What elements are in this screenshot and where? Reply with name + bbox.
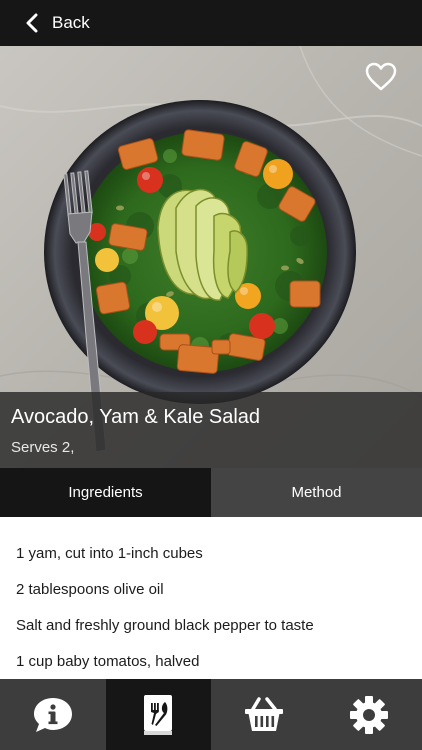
shopping-basket-icon (244, 696, 283, 731)
ingredients-list: 1 yam, cut into 1-inch cubes 2 tablespoo… (0, 517, 422, 679)
recipe-title: Avocado, Yam & Kale Salad (11, 406, 261, 428)
recipe-tabs: Ingredients Method (0, 468, 422, 517)
back-button[interactable]: Back (26, 10, 90, 36)
bottom-nav (0, 679, 422, 750)
list-item: 1 cup baby tomatos, halved (16, 653, 200, 670)
list-item: 1 yam, cut into 1-inch cubes (16, 545, 203, 562)
list-item: Salt and freshly ground black pepper to … (16, 617, 314, 634)
nav-basket[interactable] (211, 679, 317, 750)
nav-settings[interactable] (317, 679, 422, 750)
top-bar: Back (0, 0, 422, 46)
recipe-book-icon (144, 694, 173, 735)
tab-ingredients[interactable]: Ingredients (0, 468, 211, 517)
nav-recipe[interactable] (105, 679, 211, 750)
recipe-hero-image: Avocado, Yam & Kale Salad Serves 2, (0, 46, 422, 468)
nav-info[interactable] (0, 679, 106, 750)
tab-method[interactable]: Method (211, 468, 422, 517)
back-label: Back (52, 13, 90, 32)
info-bubble-icon (33, 697, 72, 732)
chevron-left-icon (26, 13, 38, 33)
heart-outline-icon (365, 62, 397, 91)
favorite-button[interactable] (364, 62, 398, 92)
recipe-caption: Avocado, Yam & Kale Salad Serves 2, (0, 392, 422, 468)
settings-gear-icon (350, 695, 389, 734)
list-item: 2 tablespoons olive oil (16, 581, 164, 598)
recipe-serves: Serves 2, (11, 439, 75, 456)
